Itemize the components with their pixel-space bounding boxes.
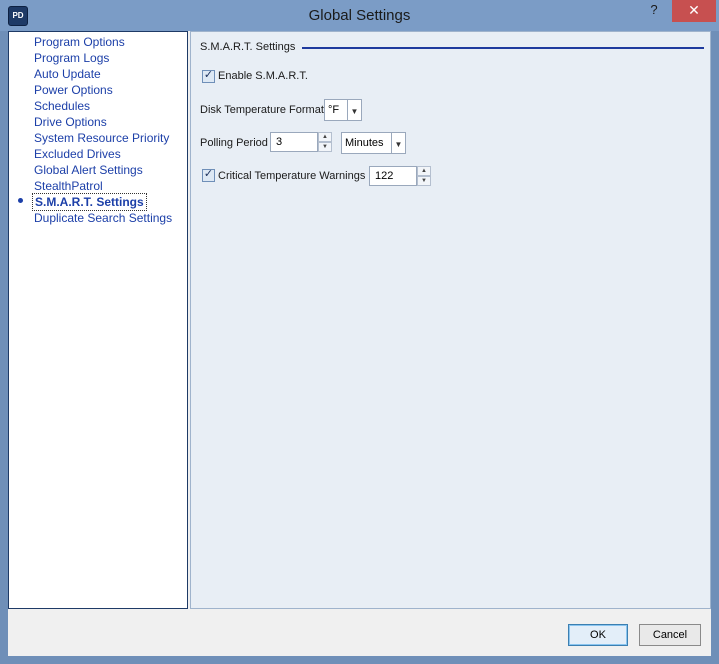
checkmark-icon: ✓ — [203, 168, 214, 180]
dialog-body: Program Options Program Logs Auto Update… — [8, 31, 711, 656]
chevron-down-icon[interactable]: ▼ — [391, 133, 405, 153]
stepper-down-icon[interactable]: ▼ — [318, 142, 332, 152]
polling-period-stepper[interactable]: ▲ ▼ — [318, 132, 332, 152]
title-bar[interactable]: PD Global Settings ? ✕ — [0, 0, 719, 31]
polling-period-label: Polling Period — [200, 137, 268, 149]
critical-temp-label: Critical Temperature Warnings — [218, 170, 366, 182]
close-button[interactable]: ✕ — [672, 0, 716, 22]
critical-temp-checkbox[interactable]: ✓ — [202, 168, 215, 182]
nav-item-program-options[interactable]: Program Options — [34, 34, 125, 50]
nav-item-auto-update[interactable]: Auto Update — [34, 66, 101, 82]
checkmark-icon: ✓ — [203, 69, 214, 81]
nav-item-drive-options[interactable]: Drive Options — [34, 114, 107, 130]
polling-unit-select[interactable]: Minutes ▼ — [341, 132, 406, 154]
section-divider — [302, 47, 704, 49]
disk-temp-format-label: Disk Temperature Format — [200, 104, 324, 116]
nav-item-smart-settings[interactable]: S.M.A.R.T. Settings — [32, 193, 147, 211]
stepper-up-icon[interactable]: ▲ — [318, 132, 332, 142]
cancel-button[interactable]: Cancel — [639, 624, 701, 646]
nav-item-schedules[interactable]: Schedules — [34, 98, 90, 114]
nav-item-power-options[interactable]: Power Options — [34, 82, 113, 98]
polling-period-input[interactable]: 3 — [270, 132, 318, 152]
enable-smart-label: Enable S.M.A.R.T. — [218, 70, 308, 82]
polling-unit-value: Minutes — [345, 137, 384, 149]
chevron-down-icon[interactable]: ▼ — [347, 100, 361, 120]
selected-bullet-icon — [18, 198, 23, 203]
critical-temp-stepper[interactable]: ▲ ▼ — [417, 166, 431, 186]
critical-temp-input[interactable]: 122 — [369, 166, 417, 186]
help-button[interactable]: ? — [644, 0, 664, 22]
ok-button[interactable]: OK — [568, 624, 628, 646]
disk-temp-format-select[interactable]: °F ▼ — [324, 99, 362, 121]
nav-item-duplicate-search-settings[interactable]: Duplicate Search Settings — [34, 210, 172, 226]
disk-temp-format-value: °F — [328, 104, 340, 116]
stepper-down-icon[interactable]: ▼ — [417, 176, 431, 186]
nav-item-program-logs[interactable]: Program Logs — [34, 50, 109, 66]
nav-item-excluded-drives[interactable]: Excluded Drives — [34, 146, 121, 162]
nav-item-system-resource-priority[interactable]: System Resource Priority — [34, 130, 169, 146]
section-title: S.M.A.R.T. Settings — [200, 41, 296, 53]
settings-window: PD Global Settings ? ✕ Program Options P… — [0, 0, 719, 664]
nav-item-stealthpatrol[interactable]: StealthPatrol — [34, 178, 103, 194]
enable-smart-checkbox[interactable]: ✓ — [202, 69, 215, 83]
nav-item-global-alert-settings[interactable]: Global Alert Settings — [34, 162, 143, 178]
stepper-up-icon[interactable]: ▲ — [417, 166, 431, 176]
smart-settings-panel: S.M.A.R.T. Settings ✓ Enable S.M.A.R.T. … — [190, 31, 711, 609]
window-title: Global Settings — [308, 7, 411, 24]
settings-nav: Program Options Program Logs Auto Update… — [8, 31, 188, 609]
